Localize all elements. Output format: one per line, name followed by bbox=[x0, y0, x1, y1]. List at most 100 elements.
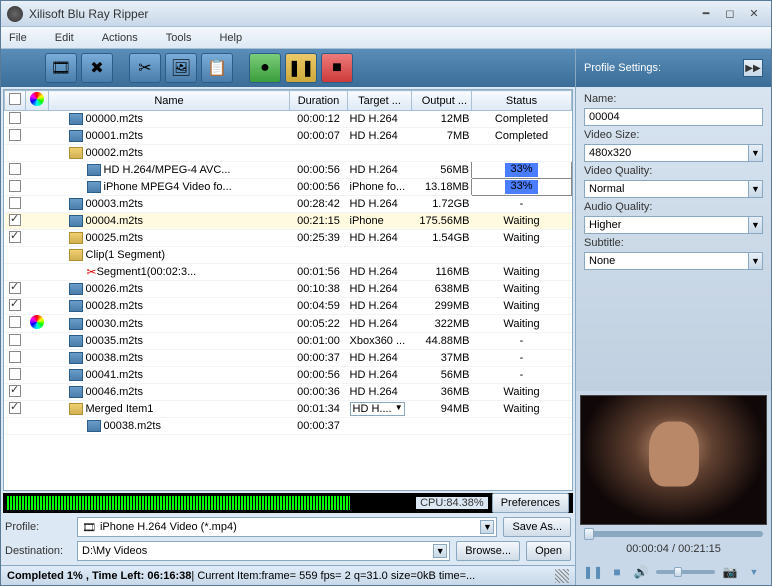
table-row[interactable]: 00026.m2ts00:10:38HD H.264638MBWaiting bbox=[5, 281, 572, 298]
chevron-down-icon[interactable]: ▼ bbox=[745, 563, 763, 581]
expand-button[interactable]: ▶▶ bbox=[743, 59, 763, 77]
file-table[interactable]: Name Duration Target ... Output ... Stat… bbox=[3, 89, 573, 491]
start-button[interactable]: ● bbox=[249, 53, 281, 83]
name-input[interactable] bbox=[584, 108, 763, 126]
col-name[interactable]: Name bbox=[49, 91, 290, 111]
row-checkbox[interactable] bbox=[9, 316, 21, 328]
effects-button[interactable]: 🖼 bbox=[165, 53, 197, 83]
preview-player[interactable] bbox=[580, 395, 767, 525]
table-row[interactable]: 00003.m2ts00:28:42HD H.2641.72GB- bbox=[5, 196, 572, 213]
seek-slider[interactable] bbox=[584, 531, 763, 537]
pause-icon: ❚❚ bbox=[288, 58, 315, 78]
subtitle-select[interactable]: None▼ bbox=[584, 252, 763, 270]
menu-help[interactable]: Help bbox=[219, 32, 242, 44]
folder-icon bbox=[69, 147, 83, 159]
duration-cell: 00:01:00 bbox=[290, 333, 348, 350]
menu-edit[interactable]: Edit bbox=[55, 32, 74, 44]
table-row[interactable]: 00001.m2ts00:00:07HD H.2647MBCompleted bbox=[5, 128, 572, 145]
row-checkbox[interactable] bbox=[9, 334, 21, 346]
row-checkbox[interactable] bbox=[9, 112, 21, 124]
video-file-icon bbox=[69, 335, 83, 347]
table-row[interactable]: 00004.m2ts00:21:15iPhone175.56MBWaiting bbox=[5, 213, 572, 230]
row-checkbox[interactable] bbox=[9, 351, 21, 363]
table-row[interactable]: HD H.264/MPEG-4 AVC...00:00:56HD H.26456… bbox=[5, 162, 572, 179]
table-row[interactable]: 00000.m2ts00:00:12HD H.26412MBCompleted bbox=[5, 111, 572, 128]
pause-button[interactable]: ❚❚ bbox=[285, 53, 317, 83]
play-pause-button[interactable]: ❚❚ bbox=[584, 563, 602, 581]
menu-file[interactable]: File bbox=[9, 32, 27, 44]
duration-cell: 00:05:22 bbox=[290, 315, 348, 333]
profile-select[interactable]: 🎞 iPhone H.264 Video (*.mp4) ▼ bbox=[77, 517, 497, 537]
table-row[interactable]: 00002.m2ts bbox=[5, 145, 572, 162]
row-checkbox[interactable] bbox=[9, 180, 21, 192]
video-quality-select[interactable]: Normal▼ bbox=[584, 180, 763, 198]
file-name: 00026.m2ts bbox=[86, 283, 143, 295]
table-row[interactable]: 00041.m2ts00:00:56HD H.26456MB- bbox=[5, 367, 572, 384]
target-dropdown[interactable]: HD H....▼ bbox=[350, 402, 405, 416]
profile-label: Profile: bbox=[5, 521, 71, 533]
volume-icon[interactable]: 🔊 bbox=[632, 563, 650, 581]
row-checkbox[interactable] bbox=[9, 368, 21, 380]
duration-cell: 00:28:42 bbox=[290, 196, 348, 213]
minimize-button[interactable]: ━ bbox=[695, 6, 717, 22]
menu-actions[interactable]: Actions bbox=[102, 32, 138, 44]
table-row[interactable]: Merged Item100:01:34HD H....▼94MBWaiting bbox=[5, 401, 572, 418]
destination-input[interactable]: D:\My Videos ▼ bbox=[77, 541, 450, 561]
name-label: Name: bbox=[584, 93, 763, 105]
resize-grip-icon[interactable] bbox=[555, 569, 569, 583]
table-row[interactable]: iPhone MPEG4 Video fo...00:00:56iPhone f… bbox=[5, 179, 572, 196]
audio-quality-label: Audio Quality: bbox=[584, 201, 763, 213]
close-button[interactable]: ✕ bbox=[743, 6, 765, 22]
snapshot-button[interactable]: 📷 bbox=[721, 563, 739, 581]
open-button[interactable]: Open bbox=[526, 541, 571, 561]
col-status[interactable]: Status bbox=[472, 91, 572, 111]
row-checkbox[interactable] bbox=[9, 231, 21, 243]
video-quality-label: Video Quality: bbox=[584, 165, 763, 177]
col-checkbox[interactable] bbox=[5, 91, 26, 111]
video-size-select[interactable]: 480x320▼ bbox=[584, 144, 763, 162]
browse-button[interactable]: Browse... bbox=[456, 541, 520, 561]
file-name: 00003.m2ts bbox=[86, 198, 143, 210]
row-checkbox[interactable] bbox=[9, 402, 21, 414]
profile-settings-header: Profile Settings: ▶▶ bbox=[576, 49, 771, 87]
remove-file-button[interactable]: ✖ bbox=[81, 53, 113, 83]
menu-tools[interactable]: Tools bbox=[166, 32, 192, 44]
volume-slider[interactable] bbox=[656, 570, 715, 574]
status-cell bbox=[472, 247, 572, 264]
audio-quality-select[interactable]: Higher▼ bbox=[584, 216, 763, 234]
table-row[interactable]: Clip(1 Segment) bbox=[5, 247, 572, 264]
table-row[interactable]: 00038.m2ts00:00:37HD H.26437MB- bbox=[5, 350, 572, 367]
row-checkbox[interactable] bbox=[9, 129, 21, 141]
save-as-button[interactable]: Save As... bbox=[503, 517, 571, 537]
duration-cell: 00:01:34 bbox=[290, 401, 348, 418]
player-stop-button[interactable]: ■ bbox=[608, 563, 626, 581]
table-row[interactable]: 00025.m2ts00:25:39HD H.2641.54GBWaiting bbox=[5, 230, 572, 247]
row-checkbox[interactable] bbox=[9, 299, 21, 311]
status-cell: Waiting bbox=[472, 264, 572, 281]
col-target[interactable]: Target ... bbox=[348, 91, 412, 111]
file-name: Clip(1 Segment) bbox=[86, 249, 165, 261]
add-profile-button[interactable]: 📋 bbox=[201, 53, 233, 83]
duration-cell: 00:00:56 bbox=[290, 162, 348, 179]
row-checkbox[interactable] bbox=[9, 282, 21, 294]
maximize-button[interactable]: ◻ bbox=[719, 6, 741, 22]
row-checkbox[interactable] bbox=[9, 163, 21, 175]
stop-button[interactable]: ■ bbox=[321, 53, 353, 83]
duration-cell: 00:00:36 bbox=[290, 384, 348, 401]
col-output[interactable]: Output ... bbox=[412, 91, 472, 111]
preferences-button[interactable]: Preferences bbox=[492, 493, 569, 513]
col-duration[interactable]: Duration bbox=[290, 91, 348, 111]
table-row[interactable]: 00028.m2ts00:04:59HD H.264299MBWaiting bbox=[5, 298, 572, 315]
row-checkbox[interactable] bbox=[9, 214, 21, 226]
film-icon: 🎞 bbox=[82, 521, 96, 534]
row-checkbox[interactable] bbox=[9, 197, 21, 209]
table-row[interactable]: 00046.m2ts00:00:36HD H.26436MBWaiting bbox=[5, 384, 572, 401]
add-file-button[interactable]: 🎞 bbox=[45, 53, 77, 83]
cut-button[interactable]: ✂ bbox=[129, 53, 161, 83]
table-row[interactable]: 00030.m2ts00:05:22HD H.264322MBWaiting bbox=[5, 315, 572, 333]
row-checkbox[interactable] bbox=[9, 385, 21, 397]
chevron-down-icon: ▼ bbox=[480, 520, 494, 534]
table-row[interactable]: ✂Segment1(00:02:3...00:01:56HD H.264116M… bbox=[5, 264, 572, 281]
table-row[interactable]: 00035.m2ts00:01:00Xbox360 ...44.88MB- bbox=[5, 333, 572, 350]
table-row[interactable]: 00038.m2ts00:00:37 bbox=[5, 418, 572, 435]
